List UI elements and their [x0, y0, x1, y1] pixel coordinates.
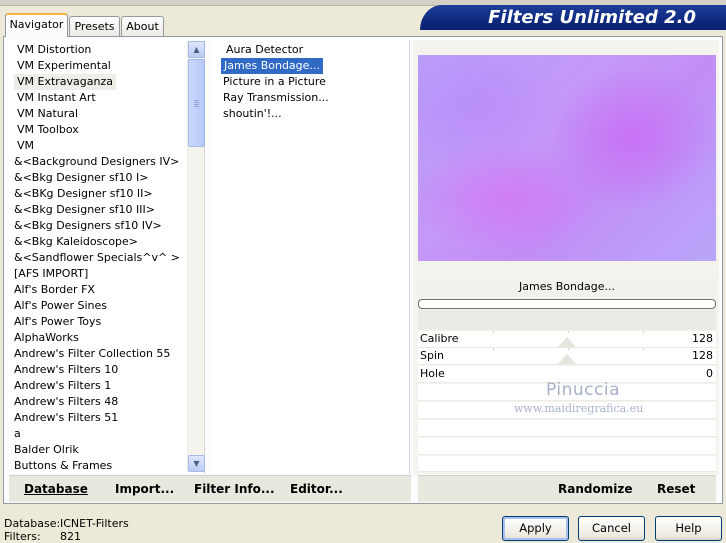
slider-thumb-icon[interactable] — [558, 337, 576, 347]
param-row-calibre[interactable]: Calibre 128 — [418, 331, 716, 348]
category-item[interactable]: &<Bkg Designer sf10 III> — [11, 202, 158, 218]
slider-thumb-icon[interactable] — [558, 354, 576, 364]
category-scrollbar[interactable]: ▲ ▼ — [187, 41, 205, 472]
filter-item-selected[interactable]: James Bondage... — [221, 58, 323, 74]
category-item[interactable]: &<BKg Designer sf10 II> — [11, 186, 156, 202]
category-item[interactable]: Alf's Border FX — [11, 282, 98, 298]
watermark-name: Pinuccia — [546, 380, 620, 400]
param-label: Spin — [420, 349, 444, 362]
category-item[interactable]: Andrew's Filters 51 — [11, 410, 121, 426]
status-filters-value: 821 — [60, 530, 81, 543]
category-item[interactable]: Andrew's Filters 48 — [11, 394, 121, 410]
category-item[interactable]: VM — [14, 138, 37, 154]
param-value: 128 — [692, 349, 713, 362]
editor-button[interactable]: Editor... — [290, 482, 343, 496]
brand-banner: Filters Unlimited 2.0 — [420, 5, 726, 30]
left-button-bar: Database Import... Filter Info... Editor… — [9, 475, 411, 502]
cancel-button[interactable]: Cancel — [578, 516, 645, 541]
param-value: 128 — [692, 332, 713, 345]
filter-item[interactable]: Picture in a Picture — [220, 74, 329, 90]
param-value: 0 — [706, 367, 713, 380]
category-item[interactable]: &<Sandflower Specials^v^ > — [11, 250, 183, 266]
category-item[interactable]: Alf's Power Toys — [11, 314, 104, 330]
category-list[interactable]: VM Distortion VM Experimental VM Extrava… — [9, 40, 205, 474]
category-item[interactable]: &<Bkg Designer sf10 I> — [11, 170, 152, 186]
category-item-selected[interactable]: VM Extravaganza — [14, 74, 117, 90]
reset-button[interactable]: Reset — [657, 482, 695, 496]
preview-image — [418, 55, 716, 261]
category-item[interactable]: Andrew's Filters 10 — [11, 362, 121, 378]
category-item[interactable]: Andrew's Filter Collection 55 — [11, 346, 173, 362]
category-item[interactable]: &<Bkg Kaleidoscope> — [11, 234, 141, 250]
category-item[interactable]: Balder Olrik — [11, 442, 82, 458]
category-item[interactable]: a — [11, 426, 24, 442]
right-button-bar: Randomize Reset — [418, 475, 716, 502]
status-db-value: ICNET-Filters — [60, 517, 129, 530]
param-label: Calibre — [420, 332, 459, 345]
randomize-button[interactable]: Randomize — [558, 482, 632, 496]
category-item[interactable]: Alf's Power Sines — [11, 298, 110, 314]
category-item[interactable]: Buttons & Frames — [11, 458, 115, 474]
category-item[interactable]: &<Bkg Designers sf10 IV> — [11, 218, 165, 234]
scroll-down-icon[interactable]: ▼ — [188, 455, 205, 472]
category-item[interactable]: [AFS IMPORT] — [11, 266, 91, 282]
param-row-spin[interactable]: Spin 128 — [418, 348, 716, 365]
tab-navigator[interactable]: Navigator — [5, 13, 68, 37]
progress-bar — [418, 299, 716, 309]
filter-item[interactable]: Ray Transmission... — [220, 90, 332, 106]
preview-filter-name: James Bondage... — [418, 277, 716, 297]
watermark-url: www.maidiregrafica.eu — [514, 402, 644, 415]
category-item[interactable]: VM Instant Art — [14, 90, 99, 106]
scroll-up-icon[interactable]: ▲ — [188, 41, 205, 58]
help-button[interactable]: Help — [655, 516, 722, 541]
filter-item[interactable]: shoutin'!... — [220, 106, 285, 122]
param-row-empty — [418, 456, 716, 472]
status-db-label: Database: — [4, 517, 61, 530]
category-item[interactable]: &<Background Designers IV> — [11, 154, 182, 170]
filter-info-button[interactable]: Filter Info... — [194, 482, 275, 496]
param-row-empty — [418, 420, 716, 437]
category-item[interactable]: VM Toolbox — [14, 122, 82, 138]
filter-item[interactable]: Aura Detector — [223, 42, 306, 58]
database-label: Database — [24, 482, 88, 496]
category-item[interactable]: VM Experimental — [14, 58, 114, 74]
status-filters-label: Filters: — [4, 530, 41, 543]
import-button[interactable]: Import... — [115, 482, 174, 496]
category-item[interactable]: Andrew's Filters 1 — [11, 378, 114, 394]
tab-about[interactable]: About — [121, 16, 164, 36]
filter-list[interactable]: Aura Detector James Bondage... Picture i… — [212, 40, 410, 474]
scroll-thumb[interactable] — [188, 59, 205, 147]
category-item[interactable]: VM Natural — [14, 106, 81, 122]
param-row-empty — [418, 438, 716, 455]
apply-button[interactable]: Apply — [502, 516, 569, 541]
category-item[interactable]: AlphaWorks — [11, 330, 82, 346]
database-button[interactable]: Database — [24, 482, 88, 496]
param-header — [418, 310, 716, 330]
param-label: Hole — [420, 367, 445, 380]
category-item[interactable]: VM Distortion — [14, 42, 94, 58]
tab-presets[interactable]: Presets — [69, 16, 120, 36]
